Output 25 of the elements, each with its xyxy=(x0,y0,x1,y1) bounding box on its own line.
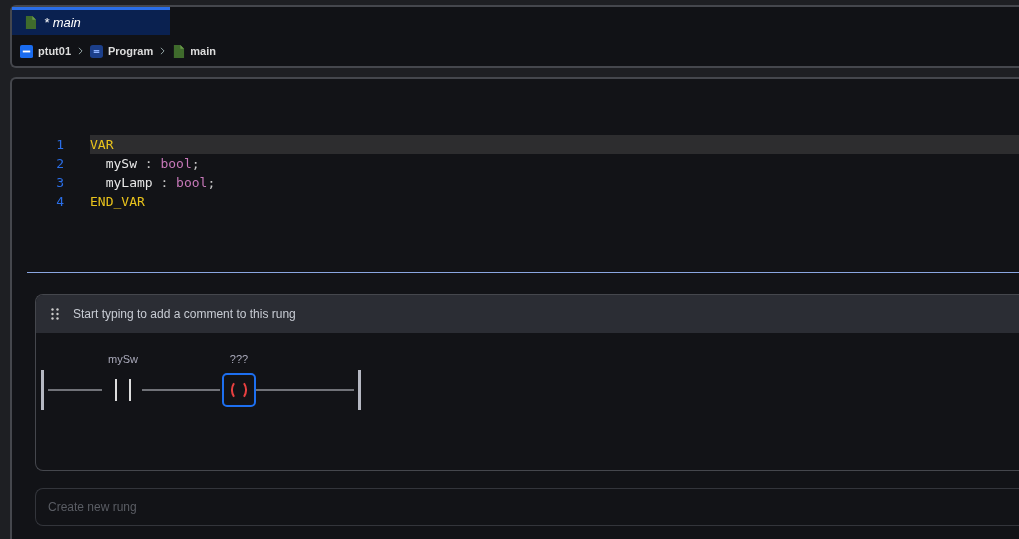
code-line: mySw : bool; xyxy=(104,155,201,173)
variable-label[interactable]: ??? xyxy=(229,353,249,365)
breadcrumb-item[interactable]: Program xyxy=(108,45,154,57)
coil-icon[interactable] xyxy=(222,373,256,407)
power-rail xyxy=(358,370,361,410)
program-icon xyxy=(90,44,103,58)
editor-tab[interactable]: * main xyxy=(12,7,170,35)
line-number: 2 xyxy=(55,156,65,171)
line-number: 1 xyxy=(55,137,65,152)
file-icon xyxy=(25,16,36,29)
chevron-icon xyxy=(78,47,83,55)
code-line: myLamp : bool; xyxy=(104,174,217,192)
breadcrumb-item[interactable]: ptut01 xyxy=(38,45,71,57)
power-rail xyxy=(41,370,44,410)
line-number: 3 xyxy=(55,175,65,190)
new-rung-field[interactable]: Create new rung xyxy=(35,488,1019,526)
comment-placeholder[interactable]: Start typing to add a comment to this rung xyxy=(73,307,296,321)
code-line: END_VAR xyxy=(90,193,146,211)
line-number: 4 xyxy=(55,194,65,209)
breadcrumb-item[interactable]: main xyxy=(190,45,216,57)
drag-handle-icon[interactable] xyxy=(51,308,59,320)
chevron-icon xyxy=(160,47,166,55)
file-icon xyxy=(172,44,186,58)
variable-label[interactable]: mySw xyxy=(108,353,138,365)
plc-icon xyxy=(20,44,33,58)
